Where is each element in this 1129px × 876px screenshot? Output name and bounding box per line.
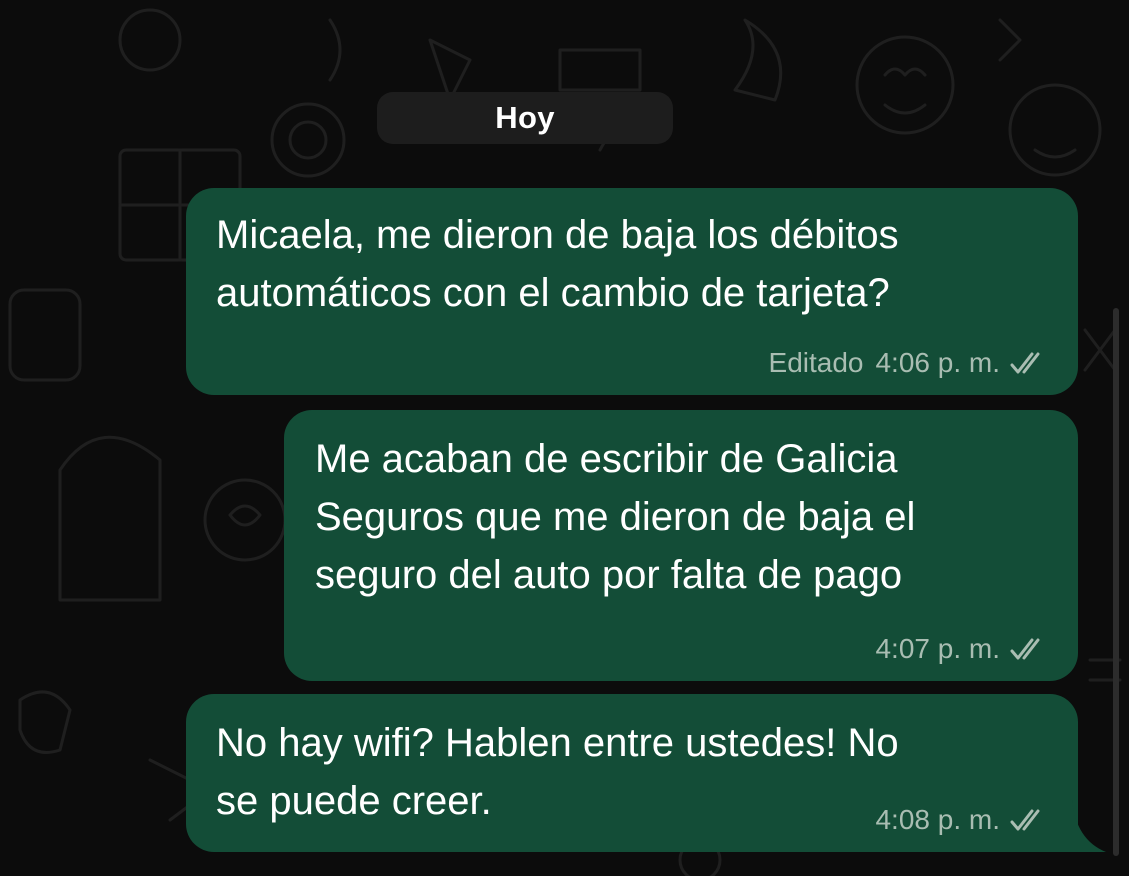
scrollbar[interactable] [1113,308,1119,856]
message-text: Me acaban de escribir de Galicia Seguros… [315,437,916,597]
outgoing-message-bubble[interactable]: Me acaban de escribir de Galicia Seguros… [284,410,1078,681]
message-meta: Editado 4:06 p. m. [769,347,1048,379]
outgoing-message-bubble[interactable]: Micaela, me dieron de baja los débitos a… [186,188,1078,395]
read-double-check-icon [1010,808,1048,832]
message-meta: 4:08 p. m. [875,804,1048,836]
chat-screen: Hoy Micaela, me dieron de baja los débit… [0,0,1129,876]
read-double-check-icon [1010,637,1048,661]
message-time: 4:07 p. m. [875,633,1000,664]
date-divider: Hoy [377,92,673,144]
outgoing-message-bubble[interactable]: No hay wifi? Hablen entre ustedes! No se… [186,694,1078,852]
bubble-tail [1072,800,1106,852]
message-time: 4:08 p. m. [875,804,1000,835]
message-time: 4:06 p. m. [875,347,1000,378]
message-meta: 4:07 p. m. [875,633,1048,665]
message-text: Micaela, me dieron de baja los débitos a… [216,213,899,315]
read-double-check-icon [1010,351,1048,375]
edited-label: Editado [768,347,864,378]
